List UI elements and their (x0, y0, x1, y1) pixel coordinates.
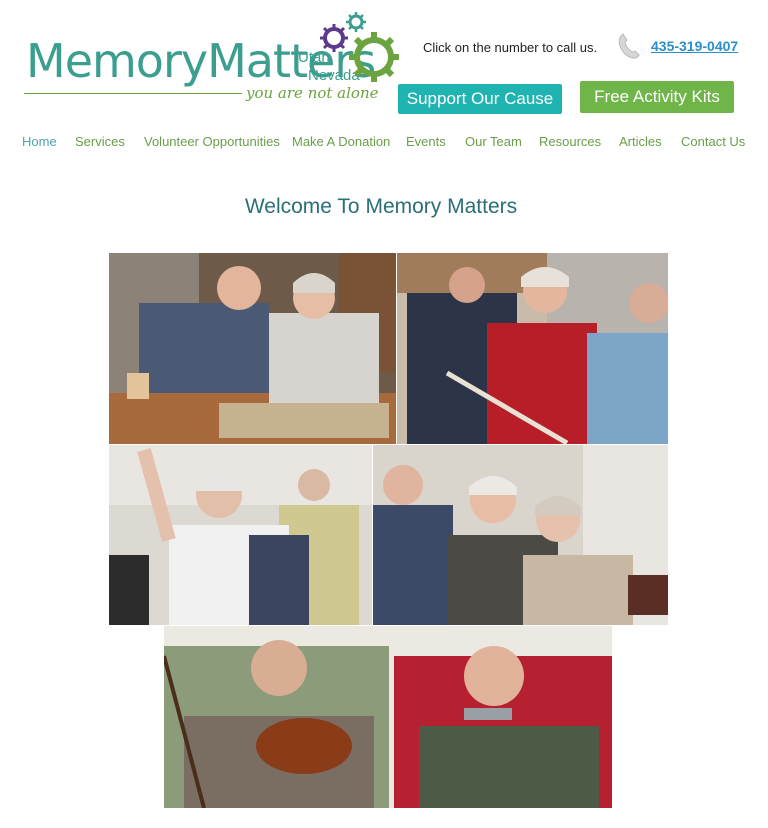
nav-make-a-donation[interactable]: Make A Donation (292, 134, 390, 149)
nav-our-team[interactable]: Our Team (465, 134, 522, 149)
nav-events[interactable]: Events (406, 134, 446, 149)
main-nav: Home Services Volunteer Opportunities Ma… (0, 134, 768, 154)
nav-home[interactable]: Home (22, 134, 57, 149)
photo-seniors-scrapbook (109, 253, 396, 444)
nav-contact-us[interactable]: Contact Us (681, 134, 745, 149)
photo-seniors-laughing (373, 445, 668, 625)
nav-services[interactable]: Services (75, 134, 125, 149)
nav-resources[interactable]: Resources (539, 134, 601, 149)
nav-volunteer-opportunities[interactable]: Volunteer Opportunities (144, 134, 280, 149)
gears-icon (320, 12, 399, 82)
nav-articles[interactable]: Articles (619, 134, 662, 149)
photo-seniors-exercise (397, 253, 668, 444)
phone-icon (618, 33, 640, 59)
logo-tagline: you are not alone (246, 84, 379, 102)
support-our-cause-button[interactable]: Support Our Cause (398, 84, 562, 114)
phone-number-link[interactable]: 435-319-0407 (651, 38, 738, 54)
site-logo[interactable]: MemoryMatters Utah Nevada you are not al… (24, 12, 404, 104)
photo-woman-dancing (109, 445, 372, 625)
welcome-heading: Welcome To Memory Matters (244, 195, 518, 218)
call-instructions: Click on the number to call us. (423, 40, 598, 55)
free-activity-kits-button[interactable]: Free Activity Kits (580, 81, 734, 113)
photo-men-music (164, 626, 612, 808)
logo-underline (24, 93, 242, 94)
